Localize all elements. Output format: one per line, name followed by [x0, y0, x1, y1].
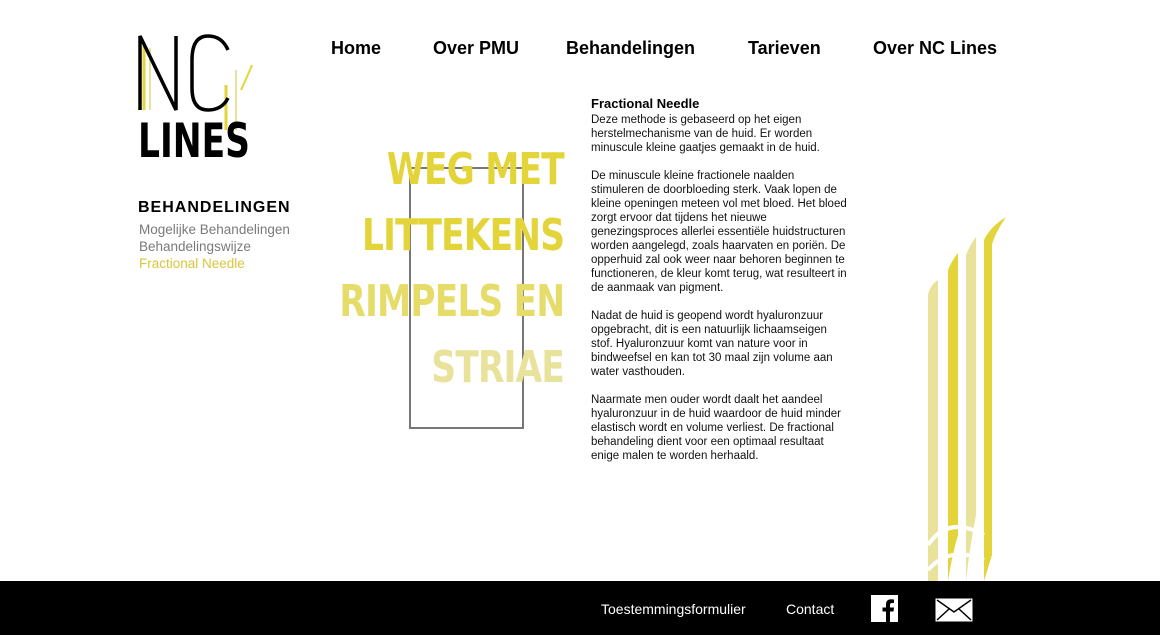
article-paragraph-4: Naarmate men ouder wordt daalt het aande… [591, 394, 841, 462]
article: Fractional Needle Deze methode is gebase… [591, 96, 849, 477]
article-paragraph-3: Nadat de huid is geopend wordt hyaluronz… [591, 310, 833, 378]
sidebar-link-mogelijke-behandelingen[interactable]: Mogelijke Behandelingen [139, 222, 290, 237]
hero-line-2: LITTEKENS [361, 210, 565, 261]
article-paragraph-1: Deze methode is gebaseerd op het eigen h… [591, 114, 820, 154]
nav-tarieven[interactable]: Tarieven [748, 38, 821, 59]
nav-over-nc-lines[interactable]: Over NC Lines [873, 38, 997, 59]
decorative-stripes [918, 215, 1018, 581]
nav-home[interactable]: Home [331, 38, 381, 59]
sidebar-title: BEHANDELINGEN [138, 199, 291, 216]
nav-behandelingen[interactable]: Behandelingen [566, 38, 695, 59]
mail-icon[interactable] [935, 598, 973, 622]
facebook-icon[interactable] [871, 595, 898, 622]
logo-text: LINES [138, 114, 250, 160]
footer-link-toestemmingsformulier[interactable]: Toestemmingsformulier [601, 601, 746, 617]
hero-line-1: WEG MET [387, 144, 565, 195]
sidebar-link-fractional-needle[interactable]: Fractional Needle [139, 256, 245, 271]
hero-line-3: RIMPELS EN [339, 276, 565, 327]
footer-link-contact[interactable]: Contact [786, 601, 834, 617]
article-paragraph-2: De minuscule kleine fractionele naalden … [591, 170, 847, 294]
hero-line-4: STRIAE [431, 342, 564, 393]
nav-over-pmu[interactable]: Over PMU [433, 38, 519, 59]
main-navigation: Home Over PMU Behandelingen Tarieven Ove… [0, 38, 1160, 62]
article-title: Fractional Needle [591, 96, 700, 111]
footer: Toestemmingsformulier Contact [0, 581, 1160, 635]
sidebar-link-behandelingswijze[interactable]: Behandelingswijze [139, 239, 251, 254]
